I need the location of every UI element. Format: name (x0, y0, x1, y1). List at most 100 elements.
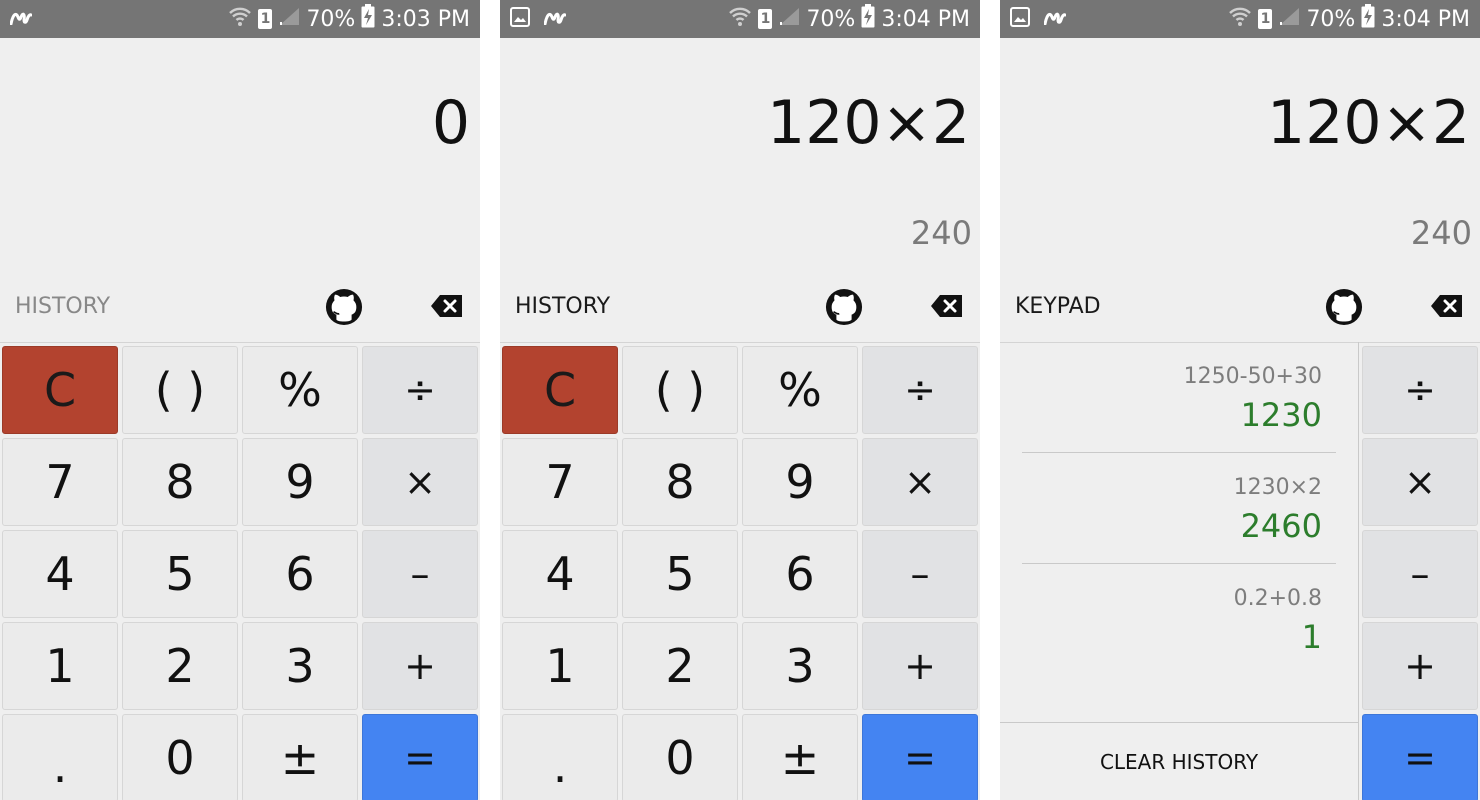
add-button[interactable]: + (1362, 622, 1478, 710)
plus-minus-button[interactable]: ± (242, 714, 358, 800)
signal-icon (278, 6, 300, 32)
status-time: 3:04 PM (881, 6, 970, 32)
add-button[interactable]: + (362, 622, 478, 710)
expression-display: 120×2 (767, 88, 970, 158)
calculator-screen-3: 1 70% 3:04 PM 120×2 240 KEYPAD 1250-50+3… (1000, 0, 1480, 800)
plus-minus-button[interactable]: ± (742, 714, 858, 800)
digit-8-button[interactable]: 8 (622, 438, 738, 526)
battery-charging-icon (1361, 4, 1375, 34)
toolbar: HISTORY (0, 288, 480, 343)
digit-0-button[interactable]: 0 (122, 714, 238, 800)
signal-icon (1278, 6, 1300, 32)
status-bar: 1 70% 3:03 PM (0, 0, 480, 38)
wifi-icon (728, 5, 752, 33)
battery-percent: 70% (806, 6, 856, 32)
digit-4-button[interactable]: 4 (2, 530, 118, 618)
multiply-button[interactable]: × (1362, 438, 1478, 526)
digit-1-button[interactable]: 1 (2, 622, 118, 710)
history-toggle[interactable]: HISTORY (15, 288, 110, 326)
movistar-icon (1043, 10, 1067, 29)
calculator-screen-1: 1 70% 3:03 PM 0 HISTORY C ( ) % ÷ 7 8 9 (0, 0, 480, 800)
backspace-icon[interactable] (1430, 293, 1464, 321)
signal-icon (778, 6, 800, 32)
history-result: 1230 (1240, 396, 1322, 434)
keypad: C ( ) % ÷ 7 8 9 × 4 5 6 – 1 2 3 + . 0 ± … (2, 346, 478, 800)
history-item[interactable]: 1250-50+30 1230 (1022, 342, 1336, 453)
status-time: 3:03 PM (381, 6, 470, 32)
digit-4-button[interactable]: 4 (502, 530, 618, 618)
digit-7-button[interactable]: 7 (502, 438, 618, 526)
add-button[interactable]: + (862, 622, 978, 710)
equals-button[interactable]: = (1362, 714, 1478, 800)
digit-3-button[interactable]: 3 (742, 622, 858, 710)
history-result: 1 (1301, 618, 1322, 656)
wifi-icon (228, 5, 252, 33)
subtract-button[interactable]: – (1362, 530, 1478, 618)
battery-charging-icon (361, 4, 375, 34)
digit-2-button[interactable]: 2 (122, 622, 238, 710)
keypad: C ( ) % ÷ 7 8 9 × 4 5 6 – 1 2 3 + . 0 ± … (502, 346, 978, 800)
history-item[interactable]: 0.2+0.8 1 (1022, 564, 1336, 674)
github-icon[interactable] (824, 288, 864, 326)
wifi-icon (1228, 5, 1252, 33)
status-bar: 1 70% 3:04 PM (1000, 0, 1480, 38)
history-panel: 1250-50+30 1230 1230×2 2460 0.2+0.8 1 CL… (1000, 342, 1358, 800)
digit-1-button[interactable]: 1 (502, 622, 618, 710)
panel-divider (1358, 342, 1359, 800)
clear-button[interactable]: C (502, 346, 618, 434)
equals-button[interactable]: = (862, 714, 978, 800)
gallery-icon (1010, 7, 1030, 31)
digit-9-button[interactable]: 9 (742, 438, 858, 526)
status-bar: 1 70% 3:04 PM (500, 0, 980, 38)
display-area: 0 (0, 38, 480, 288)
decimal-button[interactable]: . (2, 714, 118, 800)
result-display: 240 (1410, 214, 1472, 252)
percent-button[interactable]: % (742, 346, 858, 434)
battery-percent: 70% (306, 6, 356, 32)
github-icon[interactable] (324, 288, 364, 326)
history-expression: 0.2+0.8 (1233, 586, 1322, 611)
history-expression: 1250-50+30 (1183, 364, 1322, 389)
multiply-button[interactable]: × (862, 438, 978, 526)
multiply-button[interactable]: × (362, 438, 478, 526)
digit-7-button[interactable]: 7 (2, 438, 118, 526)
result-display: 240 (910, 214, 972, 252)
digit-8-button[interactable]: 8 (122, 438, 238, 526)
parentheses-button[interactable]: ( ) (122, 346, 238, 434)
parentheses-button[interactable]: ( ) (622, 346, 738, 434)
history-list: 1250-50+30 1230 1230×2 2460 0.2+0.8 1 (1022, 342, 1336, 674)
github-icon[interactable] (1324, 288, 1364, 326)
digit-3-button[interactable]: 3 (242, 622, 358, 710)
divide-button[interactable]: ÷ (862, 346, 978, 434)
digit-9-button[interactable]: 9 (242, 438, 358, 526)
percent-button[interactable]: % (242, 346, 358, 434)
keypad-toggle[interactable]: KEYPAD (1015, 288, 1101, 326)
sim-icon: 1 (758, 9, 773, 29)
digit-6-button[interactable]: 6 (742, 530, 858, 618)
backspace-icon[interactable] (930, 293, 964, 321)
divide-button[interactable]: ÷ (1362, 346, 1478, 434)
sim-icon: 1 (258, 9, 273, 29)
digit-5-button[interactable]: 5 (122, 530, 238, 618)
digit-5-button[interactable]: 5 (622, 530, 738, 618)
backspace-icon[interactable] (430, 293, 464, 321)
display-area: 120×2 240 (1000, 38, 1480, 288)
digit-2-button[interactable]: 2 (622, 622, 738, 710)
divide-button[interactable]: ÷ (362, 346, 478, 434)
digit-0-button[interactable]: 0 (622, 714, 738, 800)
subtract-button[interactable]: – (362, 530, 478, 618)
subtract-button[interactable]: – (862, 530, 978, 618)
toolbar: KEYPAD (1000, 288, 1480, 343)
clear-history-button[interactable]: CLEAR HISTORY (1000, 722, 1358, 800)
clear-button[interactable]: C (2, 346, 118, 434)
sim-icon: 1 (1258, 9, 1273, 29)
history-expression: 1230×2 (1233, 475, 1322, 500)
history-item[interactable]: 1230×2 2460 (1022, 453, 1336, 564)
battery-percent: 70% (1306, 6, 1356, 32)
battery-charging-icon (861, 4, 875, 34)
digit-6-button[interactable]: 6 (242, 530, 358, 618)
history-toggle[interactable]: HISTORY (515, 288, 610, 326)
decimal-button[interactable]: . (502, 714, 618, 800)
display-area: 120×2 240 (500, 38, 980, 288)
equals-button[interactable]: = (362, 714, 478, 800)
